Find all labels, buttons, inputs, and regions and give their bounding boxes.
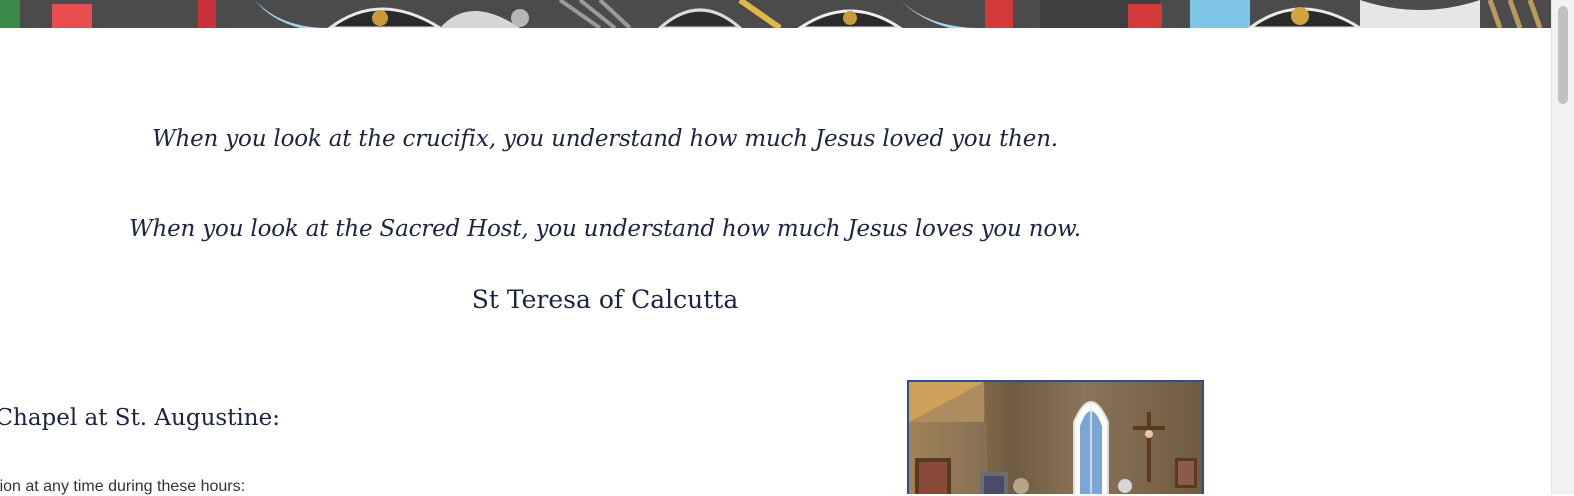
quote-line-1: When you look at the crucifix, you under… bbox=[152, 126, 1058, 152]
stained-glass-image bbox=[0, 0, 1552, 28]
chapel-heading: y’s Chapel at St. Augustine: bbox=[0, 405, 280, 431]
vertical-scrollbar[interactable] bbox=[1551, 0, 1574, 494]
chapel-intro-text: oration at any time during these hours: bbox=[0, 478, 246, 495]
scrollbar-thumb[interactable] bbox=[1558, 6, 1568, 104]
stained-glass-banner bbox=[0, 0, 1552, 28]
chapel-photo-image bbox=[909, 382, 1202, 494]
quote-line-2: When you look at the Sacred Host, you un… bbox=[129, 216, 1081, 242]
quote-attribution: St Teresa of Calcutta bbox=[471, 285, 739, 314]
chapel-interior-photo bbox=[907, 380, 1204, 494]
